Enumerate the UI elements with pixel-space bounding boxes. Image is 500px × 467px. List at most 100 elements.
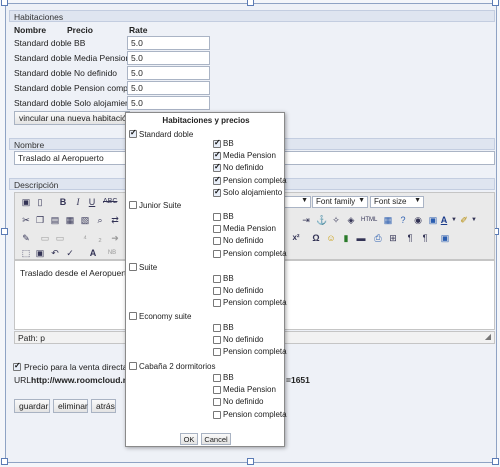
- room-row-name: Standard doble Solo alojamiento: [14, 98, 137, 108]
- resize-grip-icon[interactable]: ◢: [485, 332, 491, 341]
- replace-icon[interactable]: ⇄: [110, 215, 120, 225]
- paste-text-icon[interactable]: ▦: [65, 215, 75, 225]
- subscript-disabled-icon: ₂: [98, 233, 102, 243]
- paste-icon[interactable]: ▤: [50, 215, 60, 225]
- group-checkbox[interactable]: [129, 312, 137, 320]
- rate-input[interactable]: 5.0: [127, 96, 210, 110]
- option-label: Pension completa: [223, 248, 287, 258]
- image-icon[interactable]: ▣: [35, 248, 45, 258]
- layer-icon[interactable]: ▣: [440, 233, 450, 243]
- fullscreen-icon[interactable]: ⊞: [388, 233, 398, 243]
- venta-directa-checkbox[interactable]: [13, 361, 21, 371]
- resize-handle-top-right[interactable]: [492, 0, 499, 6]
- option-checkbox[interactable]: [213, 374, 221, 382]
- print-icon[interactable]: ⎙: [373, 233, 383, 243]
- resize-handle-top-left[interactable]: [1, 0, 8, 6]
- room-row-name: Standard doble No definido: [14, 68, 118, 78]
- option-label: Pension completa: [223, 409, 287, 419]
- rate-input[interactable]: 5.0: [127, 66, 210, 80]
- cut-icon[interactable]: ✂: [21, 215, 31, 225]
- anchor-disabled-icon: NB: [107, 250, 117, 256]
- cleanup-icon[interactable]: ✧: [331, 215, 341, 225]
- option-checkbox[interactable]: [213, 138, 221, 148]
- font-family-label: Font family: [316, 197, 356, 206]
- help-icon[interactable]: ?: [398, 215, 408, 225]
- ltr-icon[interactable]: ¶: [405, 233, 415, 243]
- option-checkbox[interactable]: [213, 237, 221, 246]
- option-checkbox[interactable]: [213, 275, 221, 283]
- option-checkbox[interactable]: [213, 299, 221, 308]
- rate-input[interactable]: 5.0: [127, 81, 210, 95]
- group-checkbox[interactable]: [129, 201, 137, 209]
- spellcheck-icon[interactable]: ✓: [65, 248, 75, 258]
- ok-button[interactable]: OK: [180, 433, 198, 445]
- cancel-button[interactable]: Cancel: [201, 433, 231, 445]
- rate-input[interactable]: 5.0: [127, 51, 210, 65]
- underline-icon[interactable]: U: [87, 197, 97, 207]
- preview-icon[interactable]: ◉: [413, 215, 423, 225]
- option-label: No definido: [223, 163, 264, 173]
- anchor-icon[interactable]: ⚓: [316, 215, 327, 225]
- highlight-icon[interactable]: ✐: [459, 215, 469, 225]
- option-checkbox[interactable]: [213, 187, 221, 197]
- group-checkbox[interactable]: [129, 362, 137, 370]
- strikethrough-icon[interactable]: ABC: [103, 197, 117, 207]
- option-checkbox[interactable]: [213, 336, 221, 345]
- omega-icon[interactable]: Ω: [311, 233, 321, 243]
- option-checkbox[interactable]: [213, 162, 221, 173]
- bold-icon[interactable]: B: [58, 197, 68, 207]
- save-icon[interactable]: ▣: [21, 197, 31, 207]
- atras-button[interactable]: atrás: [91, 399, 116, 413]
- text-color-icon[interactable]: A: [439, 215, 449, 225]
- option-checkbox[interactable]: [213, 398, 221, 407]
- insert-date-icon[interactable]: ▦: [383, 215, 393, 225]
- link-room-button[interactable]: vincular una nueva habitación y p: [14, 111, 145, 125]
- option-checkbox[interactable]: [213, 175, 221, 185]
- emoticon-icon[interactable]: ☺: [326, 233, 336, 243]
- html-icon[interactable]: HTML: [361, 215, 377, 225]
- option-checkbox[interactable]: [213, 324, 221, 332]
- copy-icon[interactable]: ❐: [35, 215, 45, 225]
- guardar-button[interactable]: guardar: [14, 399, 50, 413]
- format-text-icon[interactable]: ▣: [428, 215, 438, 225]
- option-checkbox[interactable]: [213, 150, 221, 161]
- find-icon[interactable]: ⌕: [95, 215, 105, 225]
- resize-handle-bottom-right[interactable]: [492, 458, 499, 465]
- source-icon[interactable]: ◈: [346, 215, 356, 225]
- paste-word-icon[interactable]: ▧: [80, 215, 90, 225]
- superscript-icon[interactable]: x²: [291, 233, 301, 243]
- highlight-dropdown-icon[interactable]: ▼: [469, 215, 479, 225]
- group-checkbox[interactable]: [129, 263, 137, 271]
- rate-input[interactable]: 5.0: [127, 36, 210, 50]
- indent-icon[interactable]: ⇥: [301, 215, 311, 225]
- italic-icon[interactable]: I: [73, 197, 83, 207]
- room-row-name: Standard doble Pension completa: [14, 83, 142, 93]
- font-size-select[interactable]: Font size ▼: [370, 196, 424, 208]
- option-checkbox[interactable]: [213, 386, 221, 395]
- resize-handle-top[interactable]: [247, 0, 254, 6]
- edit-icon[interactable]: ✎: [21, 233, 31, 243]
- font-family-select[interactable]: Font family ▼: [312, 196, 368, 208]
- spellcheck-a-icon[interactable]: A: [88, 248, 98, 258]
- editor-content[interactable]: Traslado desde el Aeropuerto al: [20, 268, 140, 278]
- new-document-icon[interactable]: ▯: [35, 197, 45, 207]
- crop-icon[interactable]: ⬚: [21, 248, 31, 258]
- arrow-disabled-icon: ➜: [111, 233, 119, 243]
- resize-handle-bottom[interactable]: [247, 458, 254, 465]
- undo-icon[interactable]: ↶: [50, 248, 60, 258]
- resize-handle-left[interactable]: [1, 228, 8, 235]
- resize-handle-bottom-left[interactable]: [1, 458, 8, 465]
- option-label: Pension completa: [223, 298, 287, 308]
- option-checkbox[interactable]: [213, 410, 221, 419]
- option-checkbox[interactable]: [213, 348, 221, 357]
- option-checkbox[interactable]: [213, 225, 221, 234]
- horizontal-rule-icon[interactable]: ▬: [356, 233, 366, 243]
- eliminar-button[interactable]: eliminar: [53, 399, 88, 413]
- text-color-dropdown-icon[interactable]: ▼: [449, 215, 459, 225]
- option-checkbox[interactable]: [213, 287, 221, 296]
- rtl-icon[interactable]: ¶: [420, 233, 430, 243]
- option-checkbox[interactable]: [213, 213, 221, 221]
- media-icon[interactable]: ▮: [341, 233, 351, 243]
- group-checkbox[interactable]: [129, 128, 137, 138]
- option-checkbox[interactable]: [213, 249, 221, 258]
